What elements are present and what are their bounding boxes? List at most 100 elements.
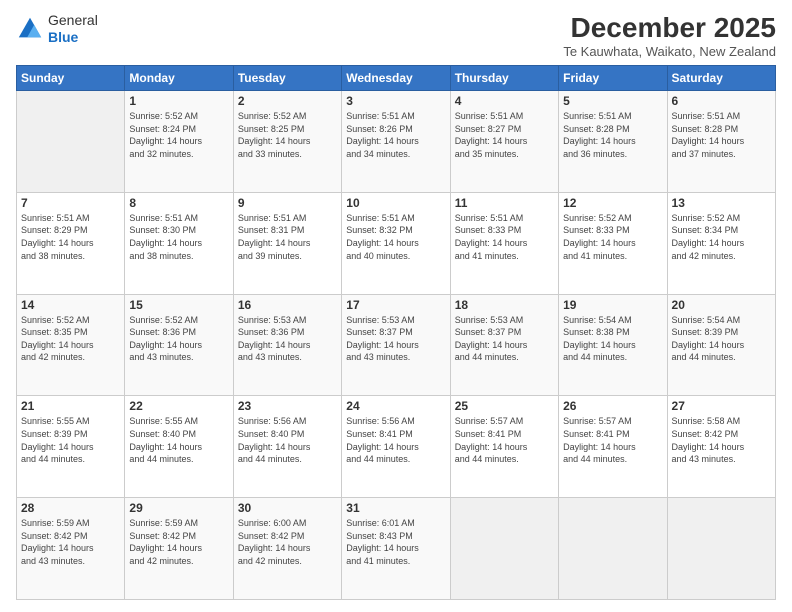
day-cell: 3 Sunrise: 5:51 AM Sunset: 8:26 PM Daylig…: [342, 91, 450, 193]
day-info: Sunrise: 5:51 AM Sunset: 8:28 PM Dayligh…: [563, 110, 662, 160]
day-info: Sunrise: 5:52 AM Sunset: 8:25 PM Dayligh…: [238, 110, 337, 160]
day-number: 10: [346, 196, 445, 210]
day-cell: 23Sunrise: 5:56 AM Sunset: 8:40 PM Dayli…: [233, 396, 341, 498]
day-info: Sunrise: 5:53 AM Sunset: 8:37 PM Dayligh…: [455, 314, 554, 364]
day-cell: 27Sunrise: 5:58 AM Sunset: 8:42 PM Dayli…: [667, 396, 775, 498]
week-row-1: 1 Sunrise: 5:52 AM Sunset: 8:24 PM Daylig…: [17, 91, 776, 193]
day-info: Sunrise: 5:51 AM Sunset: 8:29 PM Dayligh…: [21, 212, 120, 262]
day-number: 28: [21, 501, 120, 515]
calendar-body: 1 Sunrise: 5:52 AM Sunset: 8:24 PM Daylig…: [17, 91, 776, 600]
day-number: 2: [238, 94, 337, 108]
logo-general: General: [48, 12, 98, 29]
day-info: Sunrise: 5:59 AM Sunset: 8:42 PM Dayligh…: [129, 517, 228, 567]
day-cell: 1 Sunrise: 5:52 AM Sunset: 8:24 PM Daylig…: [125, 91, 233, 193]
day-info: Sunrise: 5:51 AM Sunset: 8:32 PM Dayligh…: [346, 212, 445, 262]
logo-icon: [16, 15, 44, 43]
th-monday: Monday: [125, 66, 233, 91]
day-cell: 4Sunrise: 5:51 AM Sunset: 8:27 PM Daylig…: [450, 91, 558, 193]
th-tuesday: Tuesday: [233, 66, 341, 91]
day-cell: 11 Sunrise: 5:51 AM Sunset: 8:33 PM Dayli…: [450, 192, 558, 294]
week-row-4: 21 Sunrise: 5:55 AM Sunset: 8:39 PM Dayli…: [17, 396, 776, 498]
day-number: 26: [563, 399, 662, 413]
day-info: Sunrise: 5:57 AM Sunset: 8:41 PM Dayligh…: [563, 415, 662, 465]
day-info: Sunrise: 5:52 AM Sunset: 8:24 PM Dayligh…: [129, 110, 228, 160]
day-info: Sunrise: 5:56 AM Sunset: 8:41 PM Dayligh…: [346, 415, 445, 465]
day-info: Sunrise: 5:51 AM Sunset: 8:27 PM Dayligh…: [455, 110, 554, 160]
day-info: Sunrise: 5:56 AM Sunset: 8:40 PM Dayligh…: [238, 415, 337, 465]
day-cell: 22Sunrise: 5:55 AM Sunset: 8:40 PM Dayli…: [125, 396, 233, 498]
day-cell: 26 Sunrise: 5:57 AM Sunset: 8:41 PM Dayli…: [559, 396, 667, 498]
day-number: 24: [346, 399, 445, 413]
day-info: Sunrise: 5:57 AM Sunset: 8:41 PM Dayligh…: [455, 415, 554, 465]
day-info: Sunrise: 5:51 AM Sunset: 8:30 PM Dayligh…: [129, 212, 228, 262]
day-info: Sunrise: 5:53 AM Sunset: 8:37 PM Dayligh…: [346, 314, 445, 364]
day-cell: 18 Sunrise: 5:53 AM Sunset: 8:37 PM Dayli…: [450, 294, 558, 396]
day-cell: 28 Sunrise: 5:59 AM Sunset: 8:42 PM Dayli…: [17, 498, 125, 600]
day-info: Sunrise: 5:51 AM Sunset: 8:33 PM Dayligh…: [455, 212, 554, 262]
day-info: Sunrise: 5:53 AM Sunset: 8:36 PM Dayligh…: [238, 314, 337, 364]
weekday-row: Sunday Monday Tuesday Wednesday Thursday…: [17, 66, 776, 91]
day-info: Sunrise: 5:51 AM Sunset: 8:28 PM Dayligh…: [672, 110, 771, 160]
day-number: 14: [21, 298, 120, 312]
month-title: December 2025: [563, 12, 776, 44]
day-info: Sunrise: 5:52 AM Sunset: 8:35 PM Dayligh…: [21, 314, 120, 364]
day-number: 25: [455, 399, 554, 413]
day-number: 19: [563, 298, 662, 312]
week-row-5: 28 Sunrise: 5:59 AM Sunset: 8:42 PM Dayli…: [17, 498, 776, 600]
day-number: 13: [672, 196, 771, 210]
day-number: 1: [129, 94, 228, 108]
day-number: 17: [346, 298, 445, 312]
day-cell: 21 Sunrise: 5:55 AM Sunset: 8:39 PM Dayli…: [17, 396, 125, 498]
day-cell: 25 Sunrise: 5:57 AM Sunset: 8:41 PM Dayli…: [450, 396, 558, 498]
day-cell: 30Sunrise: 6:00 AM Sunset: 8:42 PM Dayli…: [233, 498, 341, 600]
day-number: 29: [129, 501, 228, 515]
day-info: Sunrise: 5:55 AM Sunset: 8:39 PM Dayligh…: [21, 415, 120, 465]
day-cell: 2 Sunrise: 5:52 AM Sunset: 8:25 PM Daylig…: [233, 91, 341, 193]
calendar-table: Sunday Monday Tuesday Wednesday Thursday…: [16, 65, 776, 600]
week-row-2: 7 Sunrise: 5:51 AM Sunset: 8:29 PM Daylig…: [17, 192, 776, 294]
day-number: 11: [455, 196, 554, 210]
day-number: 15: [129, 298, 228, 312]
day-cell: [450, 498, 558, 600]
calendar-header: Sunday Monday Tuesday Wednesday Thursday…: [17, 66, 776, 91]
day-info: Sunrise: 6:00 AM Sunset: 8:42 PM Dayligh…: [238, 517, 337, 567]
day-cell: 17 Sunrise: 5:53 AM Sunset: 8:37 PM Dayli…: [342, 294, 450, 396]
logo-blue: Blue: [48, 29, 98, 46]
day-number: 9: [238, 196, 337, 210]
day-number: 5: [563, 94, 662, 108]
page: General Blue December 2025 Te Kauwhata, …: [0, 0, 792, 612]
day-cell: 5 Sunrise: 5:51 AM Sunset: 8:28 PM Daylig…: [559, 91, 667, 193]
day-number: 6: [672, 94, 771, 108]
day-cell: 20 Sunrise: 5:54 AM Sunset: 8:39 PM Dayli…: [667, 294, 775, 396]
day-cell: 10 Sunrise: 5:51 AM Sunset: 8:32 PM Dayli…: [342, 192, 450, 294]
day-cell: 7 Sunrise: 5:51 AM Sunset: 8:29 PM Daylig…: [17, 192, 125, 294]
day-info: Sunrise: 5:52 AM Sunset: 8:33 PM Dayligh…: [563, 212, 662, 262]
day-info: Sunrise: 5:54 AM Sunset: 8:38 PM Dayligh…: [563, 314, 662, 364]
day-number: 27: [672, 399, 771, 413]
day-cell: 9 Sunrise: 5:51 AM Sunset: 8:31 PM Daylig…: [233, 192, 341, 294]
day-info: Sunrise: 5:59 AM Sunset: 8:42 PM Dayligh…: [21, 517, 120, 567]
day-cell: 12 Sunrise: 5:52 AM Sunset: 8:33 PM Dayli…: [559, 192, 667, 294]
day-number: 16: [238, 298, 337, 312]
day-info: Sunrise: 5:51 AM Sunset: 8:31 PM Dayligh…: [238, 212, 337, 262]
calendar: Sunday Monday Tuesday Wednesday Thursday…: [16, 65, 776, 600]
day-info: Sunrise: 5:54 AM Sunset: 8:39 PM Dayligh…: [672, 314, 771, 364]
day-cell: 19 Sunrise: 5:54 AM Sunset: 8:38 PM Dayli…: [559, 294, 667, 396]
day-info: Sunrise: 6:01 AM Sunset: 8:43 PM Dayligh…: [346, 517, 445, 567]
day-cell: 13Sunrise: 5:52 AM Sunset: 8:34 PM Dayli…: [667, 192, 775, 294]
day-number: 21: [21, 399, 120, 413]
day-number: 8: [129, 196, 228, 210]
day-cell: 24 Sunrise: 5:56 AM Sunset: 8:41 PM Dayli…: [342, 396, 450, 498]
day-cell: 29 Sunrise: 5:59 AM Sunset: 8:42 PM Dayli…: [125, 498, 233, 600]
day-cell: 8 Sunrise: 5:51 AM Sunset: 8:30 PM Daylig…: [125, 192, 233, 294]
day-number: 12: [563, 196, 662, 210]
day-info: Sunrise: 5:51 AM Sunset: 8:26 PM Dayligh…: [346, 110, 445, 160]
day-cell: 14 Sunrise: 5:52 AM Sunset: 8:35 PM Dayli…: [17, 294, 125, 396]
th-wednesday: Wednesday: [342, 66, 450, 91]
day-number: 7: [21, 196, 120, 210]
th-sunday: Sunday: [17, 66, 125, 91]
day-cell: [667, 498, 775, 600]
day-number: 18: [455, 298, 554, 312]
day-number: 3: [346, 94, 445, 108]
day-number: 20: [672, 298, 771, 312]
